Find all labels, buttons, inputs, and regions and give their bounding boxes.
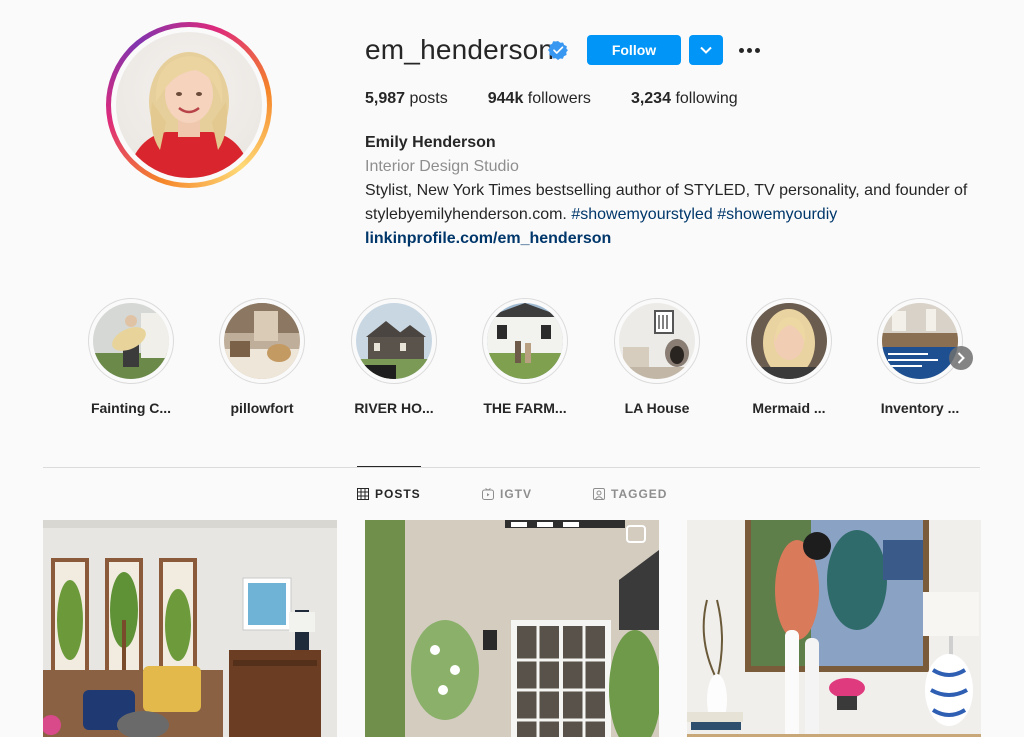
post-thumbnail[interactable] <box>43 520 337 737</box>
highlight-label: RIVER HO... <box>354 400 434 416</box>
bio-text: Stylist, New York Times bestselling auth… <box>365 182 968 223</box>
chevron-right-icon <box>957 352 965 364</box>
hashtag-link[interactable]: #showemyourstyled <box>571 206 712 223</box>
more-options-button[interactable] <box>736 38 762 62</box>
profile-username: em_henderson <box>365 34 555 65</box>
highlight-item[interactable]: pillowfort <box>216 298 308 416</box>
highlight-item[interactable]: Mermaid ... <box>743 298 835 416</box>
profile-full-name: Emily Henderson <box>365 134 496 151</box>
post-thumbnail[interactable] <box>365 520 659 737</box>
profile-stats: 5,987 posts 944k followers 3,234 followi… <box>365 90 778 108</box>
tab-posts[interactable]: POSTS <box>357 487 421 501</box>
highlight-label: THE FARM... <box>483 400 567 416</box>
tab-tagged[interactable]: TAGGED <box>593 487 667 501</box>
highlight-item[interactable]: THE FARM... <box>479 298 571 416</box>
active-tab-indicator <box>357 466 421 467</box>
highlight-label: LA House <box>624 400 690 416</box>
highlights-next-button[interactable] <box>949 346 973 370</box>
more-dot <box>754 47 760 53</box>
highlight-item[interactable]: Fainting C... <box>85 298 177 416</box>
post-thumbnail[interactable] <box>687 520 981 737</box>
profile-bio: Emily Henderson Interior Design Studio S… <box>365 131 995 251</box>
highlight-item[interactable]: RIVER HO... <box>348 298 440 416</box>
profile-website-link[interactable]: linkinprofile.com/em_henderson <box>365 227 995 251</box>
follow-button[interactable]: Follow <box>587 35 681 65</box>
profile-category: Interior Design Studio <box>365 158 519 175</box>
followers-count[interactable]: 944k followers <box>488 90 591 108</box>
chevron-down-icon <box>700 46 712 54</box>
highlight-label: Inventory ... <box>880 400 960 416</box>
story-highlights: Fainting C... pillowfort RIVER HO... THE… <box>85 298 985 418</box>
posts-count: 5,987 posts <box>365 90 448 107</box>
highlight-label: Fainting C... <box>90 400 172 416</box>
tagged-icon <box>593 488 605 500</box>
profile-avatar[interactable] <box>106 22 272 188</box>
highlight-label: Mermaid ... <box>752 400 826 416</box>
suggested-dropdown-button[interactable] <box>689 35 723 65</box>
more-dot <box>746 47 752 53</box>
following-count[interactable]: 3,234 following <box>631 90 738 108</box>
more-dot <box>738 47 744 53</box>
grid-icon <box>357 488 369 500</box>
section-divider <box>43 467 980 468</box>
tab-igtv[interactable]: IGTV <box>482 487 532 501</box>
verified-badge-icon <box>548 41 568 60</box>
highlight-item[interactable]: LA House <box>611 298 703 416</box>
highlight-label: pillowfort <box>230 400 294 416</box>
hashtag-link[interactable]: #showemyourdiy <box>717 206 837 223</box>
igtv-icon <box>482 488 494 500</box>
